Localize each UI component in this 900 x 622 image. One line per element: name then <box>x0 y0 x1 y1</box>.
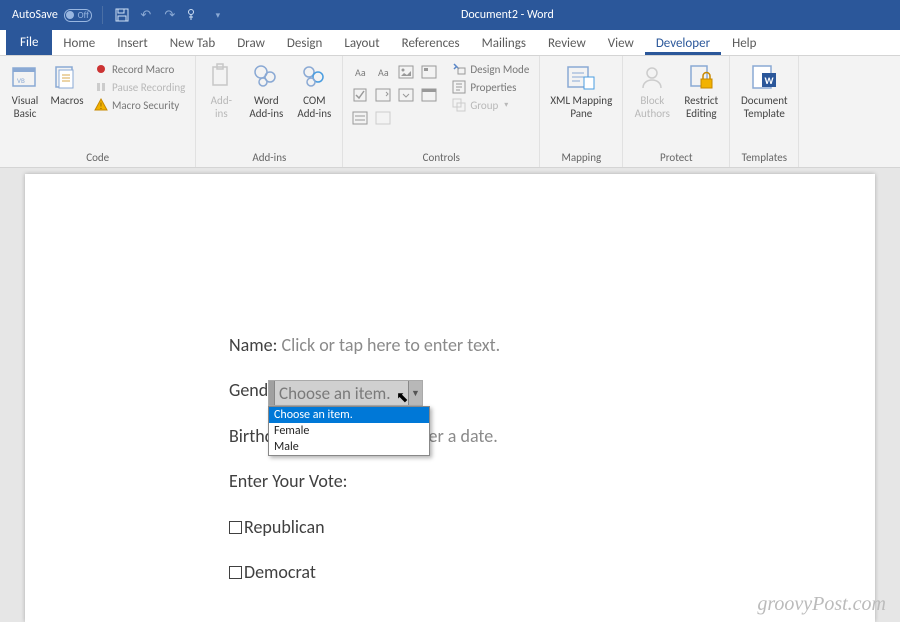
word-addins-icon <box>251 62 281 92</box>
picture-control-icon[interactable] <box>395 61 417 83</box>
ribbon-group-templates: W Document Template Templates <box>730 56 799 167</box>
checkbox-control-icon[interactable] <box>349 84 371 106</box>
tab-insert[interactable]: Insert <box>106 33 159 55</box>
page[interactable]: Name: Click or tap here to enter text. G… <box>25 174 875 622</box>
dropdown-option[interactable]: Choose an item. <box>269 407 429 423</box>
rich-text-control-icon[interactable]: Aa <box>349 61 371 83</box>
word-addins-button[interactable]: Word Add-ins <box>242 59 290 123</box>
content-controls-gallery[interactable]: Aa Aa <box>347 59 442 131</box>
record-macro-button[interactable]: Record Macro <box>92 61 187 77</box>
restrict-editing-button[interactable]: Restrict Editing <box>677 59 725 123</box>
design-mode-icon <box>452 62 466 76</box>
save-icon[interactable] <box>111 4 133 26</box>
legacy-tools-icon[interactable] <box>372 107 394 129</box>
tab-references[interactable]: References <box>391 33 471 55</box>
touch-mode-icon[interactable] <box>183 4 205 26</box>
date-picker-control-icon[interactable] <box>418 84 440 106</box>
com-addins-icon <box>299 62 329 92</box>
redo-icon[interactable]: ↷ <box>159 4 181 26</box>
block-authors-icon <box>637 62 667 92</box>
ribbon-group-protect: Block Authors Restrict Editing Protect <box>623 56 730 167</box>
visual-basic-button[interactable]: VB Visual Basic <box>4 59 46 123</box>
macro-security-button[interactable]: !Macro Security <box>92 97 187 113</box>
macros-button[interactable]: Macros <box>46 59 88 111</box>
tab-file[interactable]: File <box>6 30 52 55</box>
dropdown-control-icon[interactable] <box>395 84 417 106</box>
tab-new-tab[interactable]: New Tab <box>159 33 226 55</box>
dropdown-option[interactable]: Male <box>269 439 429 455</box>
tab-layout[interactable]: Layout <box>333 33 390 55</box>
document-template-icon: W <box>749 62 779 92</box>
visual-basic-icon: VB <box>10 62 40 92</box>
combo-box-control-icon[interactable] <box>372 84 394 106</box>
pause-icon <box>94 80 108 94</box>
checkbox-icon[interactable] <box>229 566 242 579</box>
addins-icon <box>206 62 236 92</box>
svg-text:W: W <box>765 74 775 87</box>
plain-text-control-icon[interactable]: Aa <box>372 61 394 83</box>
pause-recording-button: Pause Recording <box>92 79 187 95</box>
ribbon-group-addins: Add- ins Word Add-ins COM Add-ins Add-in… <box>196 56 343 167</box>
block-authors-button: Block Authors <box>627 59 677 123</box>
tab-home[interactable]: Home <box>52 33 106 55</box>
addins-button: Add- ins <box>200 59 242 123</box>
gender-dropdown-control[interactable]: Choose an item. ▼ Choose an item.FemaleM… <box>268 380 423 406</box>
ribbon: VB Visual Basic Macros Record Macro Paus… <box>0 56 900 168</box>
ribbon-tabs: FileHomeInsertNew TabDrawDesignLayoutRef… <box>0 30 900 56</box>
document-area[interactable]: Name: Click or tap here to enter text. G… <box>0 168 900 622</box>
name-field[interactable]: Name: Click or tap here to enter text. <box>229 334 671 357</box>
vote-option-1[interactable]: Republican <box>229 516 671 539</box>
properties-icon <box>452 80 466 94</box>
undo-icon[interactable]: ↶ <box>135 4 157 26</box>
ribbon-group-mapping: XML Mapping Pane Mapping <box>540 56 623 167</box>
gender-dropdown-menu[interactable]: Choose an item.FemaleMale <box>268 406 430 456</box>
vote-heading: Enter Your Vote: <box>229 470 671 493</box>
properties-button[interactable]: Properties <box>450 79 531 95</box>
svg-text:!: ! <box>100 101 103 112</box>
qat-customize-icon[interactable]: ▾ <box>207 4 229 26</box>
xml-mapping-button[interactable]: XML Mapping Pane <box>544 59 618 123</box>
ribbon-group-code: VB Visual Basic Macros Record Macro Paus… <box>0 56 196 167</box>
building-block-control-icon[interactable] <box>418 61 440 83</box>
tab-developer[interactable]: Developer <box>645 33 721 55</box>
design-mode-button[interactable]: Design Mode <box>450 61 531 77</box>
title-bar: AutoSave Off ↶ ↷ ▾ Document2 - Word <box>0 0 900 30</box>
tab-mailings[interactable]: Mailings <box>471 33 537 55</box>
record-icon <box>94 62 108 76</box>
tab-view[interactable]: View <box>597 33 645 55</box>
restrict-editing-icon <box>686 62 716 92</box>
svg-text:VB: VB <box>17 76 25 85</box>
window-title: Document2 - Word <box>235 8 780 22</box>
tab-design[interactable]: Design <box>276 33 333 55</box>
autosave-toggle[interactable]: AutoSave Off <box>0 8 100 22</box>
tab-draw[interactable]: Draw <box>226 33 276 55</box>
group-icon <box>452 98 466 112</box>
chevron-down-icon[interactable]: ▼ <box>408 381 422 405</box>
tab-help[interactable]: Help <box>721 33 767 55</box>
ribbon-group-controls: Aa Aa Design Mode Properties Group▾ Cont… <box>343 56 540 167</box>
autosave-label: AutoSave <box>12 8 58 22</box>
dropdown-option[interactable]: Female <box>269 423 429 439</box>
tab-review[interactable]: Review <box>537 33 597 55</box>
group-button[interactable]: Group▾ <box>450 97 531 113</box>
checkbox-icon[interactable] <box>229 521 242 534</box>
repeat-control-icon[interactable] <box>349 107 371 129</box>
xml-mapping-icon <box>566 62 596 92</box>
com-addins-button[interactable]: COM Add-ins <box>290 59 338 123</box>
warning-icon: ! <box>94 98 108 112</box>
vote-option-2[interactable]: Democrat <box>229 561 671 584</box>
document-template-button[interactable]: W Document Template <box>734 59 794 123</box>
macros-icon <box>52 62 82 92</box>
watermark: groovyPost.com <box>757 593 886 616</box>
